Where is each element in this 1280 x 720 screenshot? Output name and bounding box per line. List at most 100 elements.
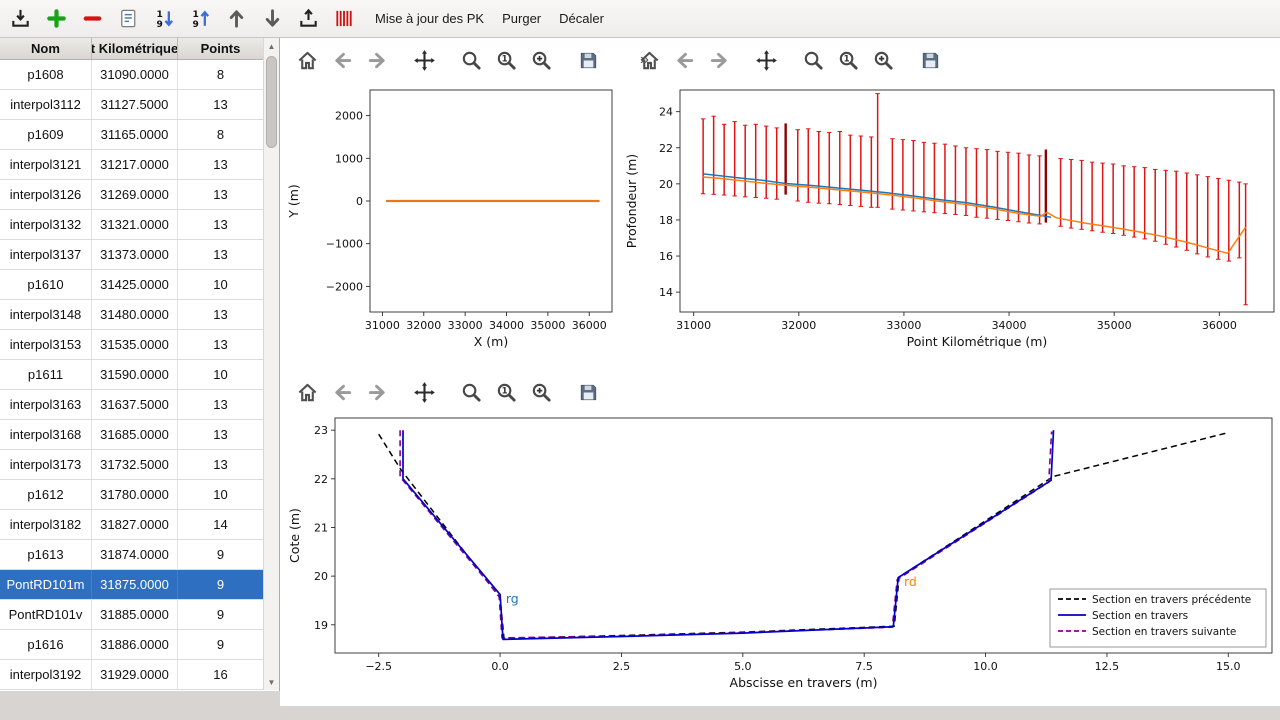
home-button[interactable]: [294, 47, 320, 73]
row-points: 13: [178, 90, 264, 119]
table-row[interactable]: interpol315331535.000013: [0, 330, 264, 360]
save-button[interactable]: [575, 47, 601, 73]
svg-text:0: 0: [356, 195, 363, 208]
menu-item-2[interactable]: Décaler: [550, 4, 613, 34]
svg-text:1: 1: [156, 10, 162, 20]
table-row[interactable]: interpol312131217.000013: [0, 150, 264, 180]
svg-text:32000: 32000: [406, 319, 441, 332]
table-row[interactable]: interpol319231929.000016: [0, 660, 264, 690]
row-pk: 31321.0000: [92, 210, 178, 239]
zoom-icon: [802, 49, 825, 72]
svg-text:31000: 31000: [365, 319, 400, 332]
pan-button[interactable]: [411, 379, 437, 405]
move-up-button[interactable]: [220, 4, 252, 34]
row-points: 10: [178, 480, 264, 509]
longitudinal-profile-canvas[interactable]: 3100032000330003400035000360001416182022…: [622, 82, 1278, 374]
table-row[interactable]: interpol316831685.000013: [0, 420, 264, 450]
forward-button[interactable]: [706, 47, 732, 73]
pan-icon: [413, 381, 436, 404]
table-row[interactable]: interpol312631269.000013: [0, 180, 264, 210]
table-scrollbar[interactable]: ▲ ▼: [263, 38, 279, 690]
pan-button[interactable]: [753, 47, 779, 73]
zoom-button[interactable]: [800, 47, 826, 73]
row-pk: 31425.0000: [92, 270, 178, 299]
table-row[interactable]: interpol316331637.500013: [0, 390, 264, 420]
table-row[interactable]: p161631886.00009: [0, 630, 264, 660]
table-row[interactable]: interpol318231827.000014: [0, 510, 264, 540]
svg-text:34000: 34000: [489, 319, 524, 332]
back-button[interactable]: [329, 47, 355, 73]
zoom-in-button[interactable]: [870, 47, 896, 73]
table-row[interactable]: p161331874.00009: [0, 540, 264, 570]
cross-section-chart[interactable]: −2.50.02.55.07.510.012.515.01920212223Ab…: [285, 408, 1278, 706]
home-button[interactable]: [294, 379, 320, 405]
svg-text:33000: 33000: [886, 319, 921, 332]
row-pk: 31590.0000: [92, 360, 178, 389]
zoom-in-button[interactable]: [528, 47, 554, 73]
row-name: p1610: [0, 270, 92, 299]
sort-descending-button[interactable]: 19: [148, 4, 180, 34]
add-button[interactable]: [40, 4, 72, 34]
move-down-icon: [261, 7, 284, 30]
import-button[interactable]: [4, 4, 36, 34]
pan-button[interactable]: [411, 47, 437, 73]
column-header-2[interactable]: Points: [178, 38, 264, 59]
svg-text:15.0: 15.0: [1216, 660, 1241, 673]
export-button[interactable]: [292, 4, 324, 34]
back-button[interactable]: [329, 379, 355, 405]
table-row[interactable]: interpol311231127.500013: [0, 90, 264, 120]
forward-button[interactable]: [364, 379, 390, 405]
table-row[interactable]: interpol313731373.000013: [0, 240, 264, 270]
edit-button[interactable]: [112, 4, 144, 34]
svg-text:1000: 1000: [335, 152, 363, 165]
zoom-in-button[interactable]: [528, 379, 554, 405]
table-row[interactable]: interpol317331732.500013: [0, 450, 264, 480]
back-button[interactable]: [671, 47, 697, 73]
table-row[interactable]: p160931165.00008: [0, 120, 264, 150]
scrollbar-thumb[interactable]: [266, 56, 277, 148]
column-header-0[interactable]: Nom: [0, 38, 92, 59]
row-name: interpol3168: [0, 420, 92, 449]
svg-text:24: 24: [659, 106, 673, 119]
save-button[interactable]: [917, 47, 943, 73]
scroll-up-icon[interactable]: ▲: [264, 39, 279, 53]
row-pk: 31685.0000: [92, 420, 178, 449]
zoom-reset-button[interactable]: 1: [493, 47, 519, 73]
row-name: p1611: [0, 360, 92, 389]
row-name: interpol3112: [0, 90, 92, 119]
plan-view-chart[interactable]: 310003200033000340003500036000200010000−…: [285, 82, 622, 374]
plan-view-canvas[interactable]: 310003200033000340003500036000200010000−…: [285, 82, 622, 374]
zoom-reset-button[interactable]: 1: [835, 47, 861, 73]
home-icon: [296, 381, 319, 404]
table-row[interactable]: interpol314831480.000013: [0, 300, 264, 330]
profile-chart[interactable]: 3100032000330003400035000360001416182022…: [622, 82, 1278, 374]
menu-item-1[interactable]: Purger: [493, 4, 550, 34]
svg-text:1: 1: [501, 386, 507, 396]
table-row[interactable]: p160831090.00008: [0, 60, 264, 90]
remove-button[interactable]: [76, 4, 108, 34]
table-row[interactable]: p161031425.000010: [0, 270, 264, 300]
row-pk: 31127.5000: [92, 90, 178, 119]
move-down-button[interactable]: [256, 4, 288, 34]
table-row[interactable]: p161131590.000010: [0, 360, 264, 390]
svg-text:31000: 31000: [676, 319, 711, 332]
table-row[interactable]: PontRD101m31875.00009: [0, 570, 264, 600]
zoom-reset-button[interactable]: 1: [493, 379, 519, 405]
table-row[interactable]: interpol313231321.000013: [0, 210, 264, 240]
table-row[interactable]: PontRD101v31885.00009: [0, 600, 264, 630]
back-icon: [331, 49, 354, 72]
forward-button[interactable]: [364, 47, 390, 73]
table-row[interactable]: p161231780.000010: [0, 480, 264, 510]
column-header-1[interactable]: t Kilométrique: [92, 38, 178, 59]
scroll-down-icon[interactable]: ▼: [264, 675, 279, 689]
zoom-button[interactable]: [458, 379, 484, 405]
sections-button[interactable]: [328, 4, 360, 34]
zoom-button[interactable]: [458, 47, 484, 73]
plots-panel: 1» 1 1 310003200033000340003500036000200…: [280, 38, 1280, 706]
menu-item-0[interactable]: Mise à jour des PK: [366, 4, 493, 34]
cross-section-canvas[interactable]: −2.50.02.55.07.510.012.515.01920212223Ab…: [285, 408, 1278, 706]
sort-ascending-button[interactable]: 19: [184, 4, 216, 34]
home-button[interactable]: [636, 47, 662, 73]
row-pk: 31780.0000: [92, 480, 178, 509]
save-button[interactable]: [575, 379, 601, 405]
